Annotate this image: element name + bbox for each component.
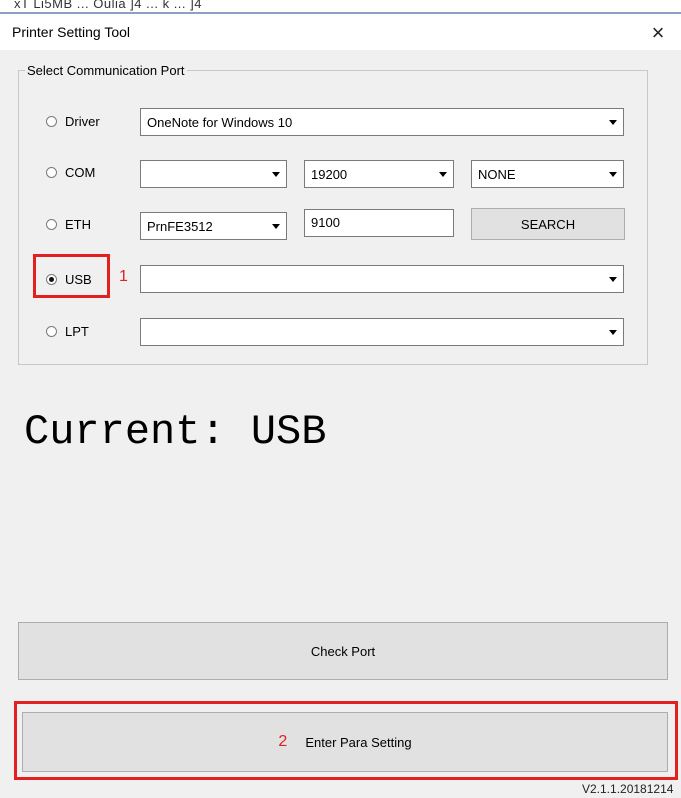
- background-window-border: [0, 12, 681, 14]
- version-label: V2.1.1.20181214: [582, 782, 674, 796]
- driver-radio-row[interactable]: Driver: [46, 110, 100, 132]
- enter-para-highlight-box: [14, 701, 678, 780]
- com-port-select[interactable]: [140, 160, 287, 188]
- search-button[interactable]: SEARCH: [471, 208, 625, 240]
- baud-rate-value: 19200: [311, 167, 348, 182]
- close-icon[interactable]: ×: [643, 20, 673, 46]
- com-label: COM: [65, 164, 96, 180]
- eth-radio-row[interactable]: ETH: [46, 213, 91, 235]
- usb-select[interactable]: [140, 265, 624, 293]
- usb-highlight-box: [33, 254, 110, 298]
- chevron-down-icon[interactable]: [603, 319, 623, 345]
- chevron-down-icon[interactable]: [603, 161, 623, 187]
- lpt-select[interactable]: [140, 318, 624, 346]
- chevron-down-icon[interactable]: [266, 161, 286, 187]
- group-legend: Select Communication Port: [27, 63, 185, 78]
- com-radio[interactable]: [46, 166, 57, 178]
- lpt-radio-row[interactable]: LPT: [46, 320, 89, 342]
- eth-radio[interactable]: [46, 218, 57, 230]
- chevron-down-icon[interactable]: [603, 109, 623, 135]
- driver-select[interactable]: OneNote for Windows 10: [140, 108, 624, 136]
- parity-value: NONE: [478, 167, 516, 182]
- eth-printer-select[interactable]: PrnFE3512: [140, 212, 287, 240]
- step-1-label: 1: [119, 268, 128, 285]
- driver-label: Driver: [65, 113, 100, 129]
- current-port-display: Current: USB: [24, 408, 327, 456]
- lpt-label: LPT: [65, 323, 89, 339]
- eth-port-input[interactable]: 9100: [304, 209, 454, 237]
- parity-select[interactable]: NONE: [471, 160, 624, 188]
- chevron-down-icon[interactable]: [603, 266, 623, 292]
- driver-radio[interactable]: [46, 115, 57, 127]
- lpt-radio[interactable]: [46, 325, 57, 337]
- check-port-button[interactable]: Check Port: [18, 622, 668, 680]
- window-title: Printer Setting Tool: [12, 24, 131, 40]
- background-window-strip: xT Li5MB ... Oulia ]4 ... k ... ]4: [0, 0, 681, 16]
- eth-printer-value: PrnFE3512: [147, 219, 213, 234]
- baud-rate-select[interactable]: 19200: [304, 160, 454, 188]
- eth-label: ETH: [65, 216, 91, 232]
- com-radio-row[interactable]: COM: [46, 161, 95, 183]
- chevron-down-icon[interactable]: [433, 161, 453, 187]
- chevron-down-icon[interactable]: [266, 213, 286, 239]
- background-window-title: xT Li5MB ... Oulia ]4 ... k ... ]4: [14, 0, 202, 11]
- driver-select-value: OneNote for Windows 10: [147, 115, 293, 130]
